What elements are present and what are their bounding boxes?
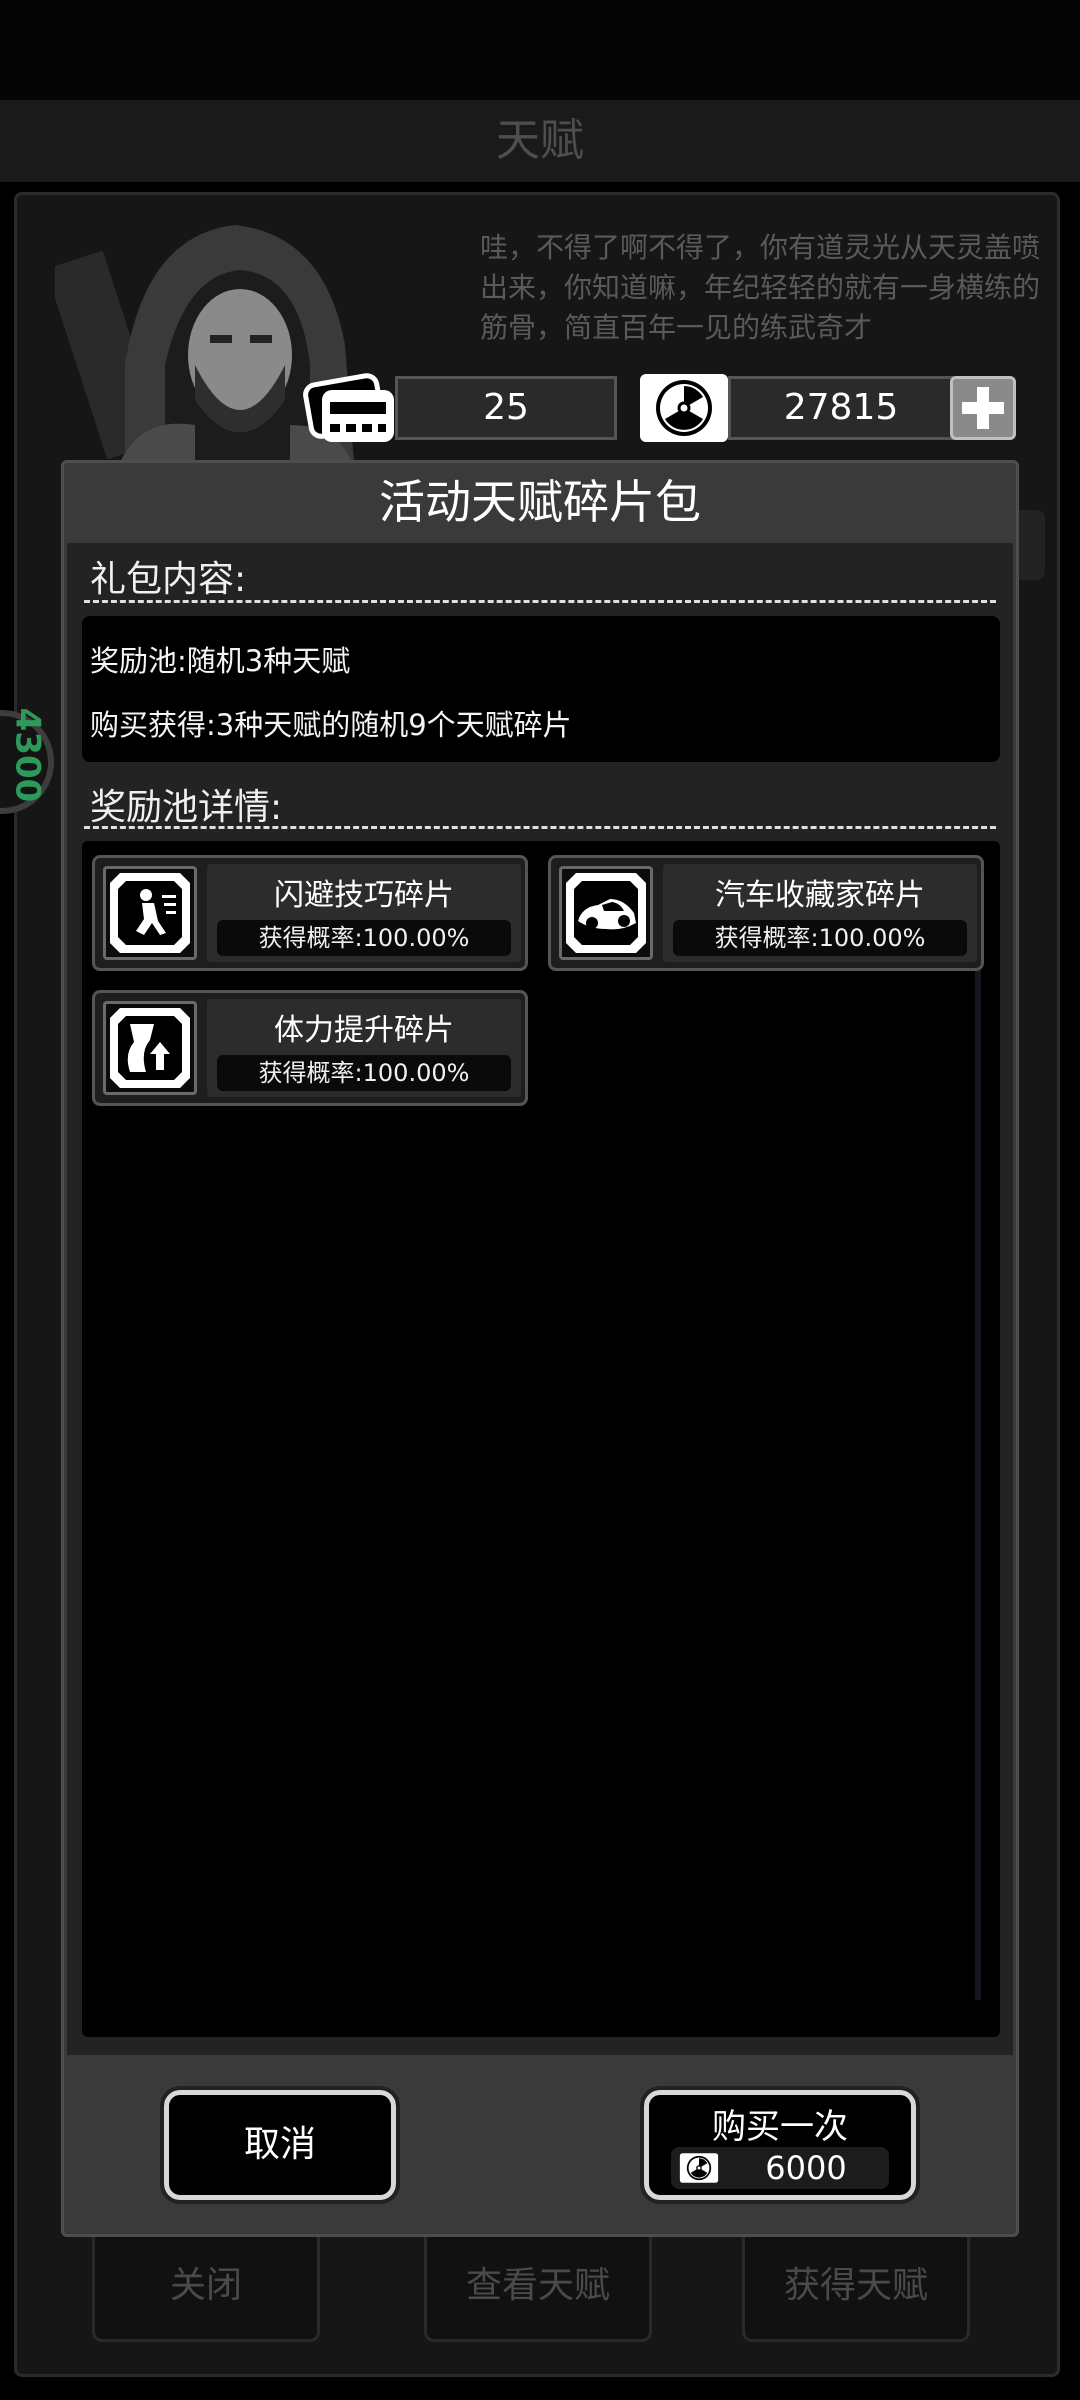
divider: [84, 600, 996, 603]
reward-card[interactable]: 体力提升碎片 获得概率:100.00%: [92, 990, 528, 1106]
view-talent-button[interactable]: 查看天赋: [424, 2230, 652, 2342]
ticket-card-icon: [303, 373, 394, 442]
get-talent-button[interactable]: 获得天赋: [742, 2230, 970, 2342]
dialog-title: 活动天赋碎片包: [379, 475, 701, 529]
contents-label: 礼包内容:: [90, 559, 247, 600]
car-icon: [559, 866, 653, 960]
stamina-up-icon: [103, 1001, 197, 1095]
buy-once-button[interactable]: 购买一次 6000: [640, 2086, 920, 2204]
status-area: [0, 0, 1080, 100]
radiation-icon: [679, 2153, 719, 2183]
card-count: 25: [395, 376, 617, 440]
divider: [84, 826, 996, 829]
pool-details-label: 奖励池详情:: [90, 787, 283, 828]
reward-name: 汽车收藏家碎片: [715, 878, 925, 913]
contents-line-pool: 奖励池:随机3种天赋: [90, 644, 351, 678]
radiation-icon: [640, 374, 728, 442]
add-currency-button[interactable]: [950, 376, 1016, 440]
reward-probability: 获得概率:100.00%: [217, 920, 511, 956]
radiation-count: 27815: [728, 376, 954, 440]
cancel-button[interactable]: 取消: [160, 2086, 400, 2204]
level-badge-text: 4300: [7, 707, 48, 803]
buy-price: 6000: [765, 2149, 847, 2187]
buy-once-label: 购买一次: [712, 2107, 848, 2147]
page-title: 天赋: [0, 100, 1080, 182]
reward-probability: 获得概率:100.00%: [673, 920, 967, 956]
reward-name: 闪避技巧碎片: [274, 878, 454, 913]
reward-probability: 获得概率:100.00%: [217, 1055, 511, 1091]
buy-price-box: 6000: [671, 2147, 889, 2189]
close-button[interactable]: 关闭: [92, 2230, 320, 2342]
plus-icon: [962, 387, 1004, 429]
dodge-icon: [103, 866, 197, 960]
npc-speech-text: 哇，不得了啊不得了，你有道灵光从天灵盖喷出来，你知道嘛，年纪轻轻的就有一身横练的…: [480, 231, 1040, 344]
reward-name: 体力提升碎片: [274, 1013, 454, 1048]
reward-card[interactable]: 闪避技巧碎片 获得概率:100.00%: [92, 855, 528, 971]
contents-line-reward: 购买获得:3种天赋的随机9个天赋碎片: [90, 708, 572, 742]
scrollbar[interactable]: [975, 960, 981, 2000]
reward-card[interactable]: 汽车收藏家碎片 获得概率:100.00%: [548, 855, 984, 971]
